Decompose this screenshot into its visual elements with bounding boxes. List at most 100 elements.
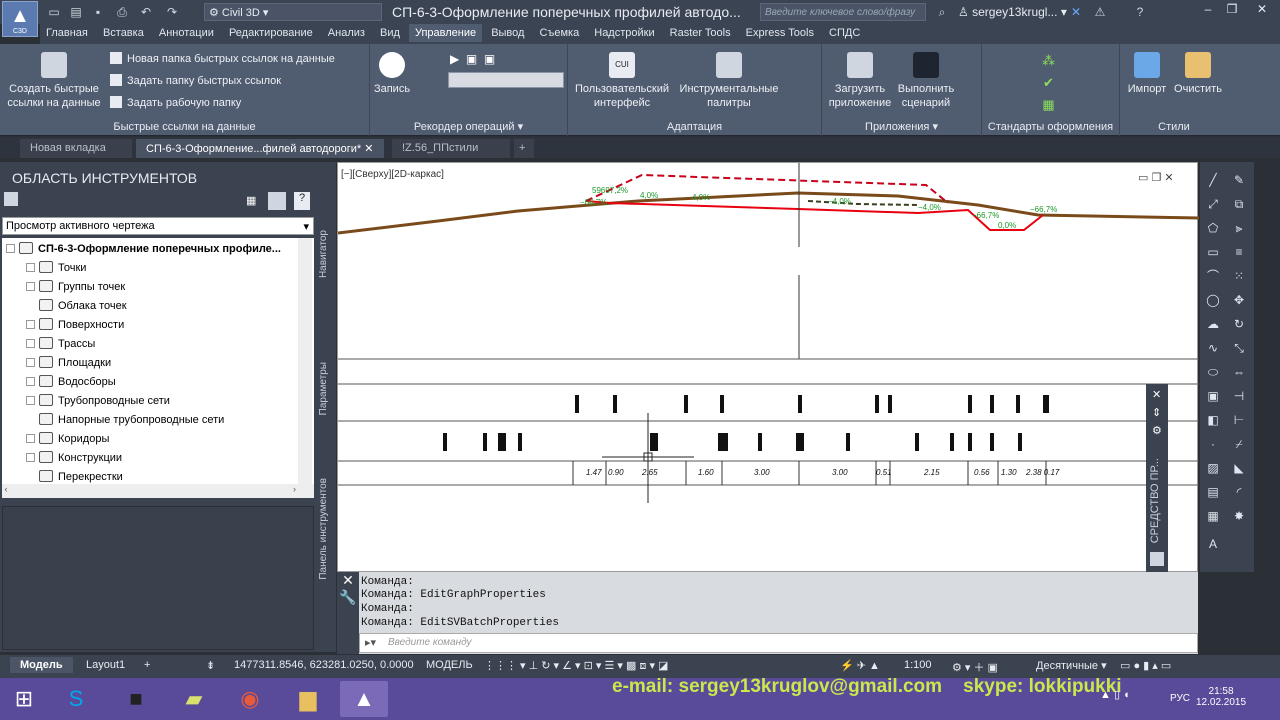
spline-icon[interactable]: ∿ xyxy=(1205,340,1221,356)
language-indicator[interactable]: РУС xyxy=(1170,693,1190,704)
purge-styles-button[interactable]: Очистить xyxy=(1170,52,1226,96)
subscription-icon[interactable]: ⚠ xyxy=(1092,4,1108,20)
tab-spds[interactable]: СПДС xyxy=(823,24,866,42)
tree-item[interactable]: Трубопроводные сети xyxy=(26,394,170,407)
tree-item[interactable]: Перекрестки xyxy=(39,470,123,483)
record-button[interactable]: Запись xyxy=(372,52,412,96)
application-menu-button[interactable]: ▲ C3D xyxy=(2,1,38,37)
settings-icon[interactable] xyxy=(4,192,18,206)
tree-item[interactable]: Точки xyxy=(26,261,86,274)
save-icon[interactable]: ▪ xyxy=(90,4,106,20)
minimize-button[interactable]: – xyxy=(1196,2,1220,20)
panel-title[interactable]: Быстрые ссылки на данные xyxy=(0,121,369,133)
panel-title[interactable]: Адаптация xyxy=(568,121,821,133)
import-styles-button[interactable]: Импорт xyxy=(1122,52,1172,96)
tree-item[interactable]: Группы точек xyxy=(26,280,125,293)
polyline-icon[interactable]: ⤢ xyxy=(1205,196,1221,212)
redo-icon[interactable]: ↷ xyxy=(164,4,180,20)
annotation-scale-icon[interactable]: ⚡ ✈ ▲ xyxy=(840,659,880,672)
tab-output[interactable]: Вывод xyxy=(485,24,530,42)
tab-toolbox[interactable]: Панель инструментов xyxy=(318,478,334,580)
view-selector[interactable]: Просмотр активного чертежа ▾ xyxy=(2,217,314,235)
panel-title[interactable]: Рекордер операций ▾ xyxy=(370,120,567,133)
tree-item[interactable]: Конструкции xyxy=(26,451,122,464)
help-icon[interactable]: ? xyxy=(1132,4,1148,20)
workspace-selector[interactable]: ⚙ Civil 3D ▾ xyxy=(204,3,382,21)
civil3d-taskbar-icon[interactable]: ▲ xyxy=(340,681,388,717)
doc-tab-new[interactable]: Новая вкладка xyxy=(20,139,132,158)
units-selector[interactable]: Десятичные ▾ xyxy=(1036,659,1107,672)
tab-analyze[interactable]: Анализ xyxy=(322,24,371,42)
tab-settings[interactable]: Параметры xyxy=(318,362,334,415)
annotation-scale[interactable]: 1:100 xyxy=(904,659,932,671)
gradient-icon[interactable]: ▤ xyxy=(1205,484,1221,500)
run-script-button[interactable]: Выполнить сценарий xyxy=(894,52,958,110)
tab-express-tools[interactable]: Express Tools xyxy=(740,24,820,42)
chrome-icon[interactable]: ◉ xyxy=(226,681,274,717)
hatch-icon[interactable]: ▨ xyxy=(1205,460,1221,476)
tab-annotate[interactable]: Аннотации xyxy=(153,24,220,42)
panel-title[interactable]: Стили xyxy=(1120,121,1228,133)
expand-icon[interactable] xyxy=(26,282,35,291)
explode-icon[interactable]: ✸ xyxy=(1231,508,1247,524)
notes-icon[interactable]: ▰ xyxy=(170,681,218,717)
mirror-icon[interactable]: ⫸ xyxy=(1231,220,1247,236)
layout-tab[interactable]: Layout1 xyxy=(78,657,133,673)
expand-icon[interactable] xyxy=(26,434,35,443)
new-quicklink-folder-button[interactable]: Новая папка быстрых ссылок на данные xyxy=(110,52,335,65)
close-button[interactable]: ✕ xyxy=(1250,2,1274,20)
move-icon[interactable]: ✥ xyxy=(1231,292,1247,308)
tree-item[interactable]: Площадки xyxy=(26,356,111,369)
doc-tab-current[interactable]: СП-6-3-Оформление...филей автодороги* ✕ xyxy=(136,139,384,158)
array-icon[interactable]: ⁙ xyxy=(1231,268,1247,284)
exchange-icon[interactable]: ✕ xyxy=(1068,4,1084,20)
circle-icon[interactable]: ◯ xyxy=(1205,292,1221,308)
tree-hscrollbar[interactable]: ‹ › xyxy=(2,484,314,498)
doc-tab-styles[interactable]: !Z.56_ППстили xyxy=(392,139,510,158)
tree-item[interactable]: Поверхности xyxy=(26,318,124,331)
fillet-icon[interactable]: ◜ xyxy=(1231,484,1247,500)
grid-icon[interactable]: ⋮⋮⋮ ▾ ⊥ ↻ ▾ ∠ ▾ ⊡ ▾ ☰ ▾ ▩ ⧈ ▾ ◪ xyxy=(484,659,668,673)
explorer-icon[interactable]: ▆ xyxy=(284,681,332,717)
trim-icon[interactable]: ⊣ xyxy=(1231,388,1247,404)
close-icon[interactable]: ✕ xyxy=(337,572,359,589)
offset-icon[interactable]: ≡ xyxy=(1231,244,1247,260)
tool-palette-collapsed[interactable]: ✕ ⇕ ⚙ СРЕДСТВО ПР... xyxy=(1146,384,1168,572)
undo-icon[interactable]: ↶ xyxy=(138,4,154,20)
close-icon[interactable]: ✕ xyxy=(1152,388,1161,401)
tab-home[interactable]: Главная xyxy=(40,24,94,42)
command-input[interactable]: Введите команду xyxy=(359,633,1198,653)
tool-palettes-button[interactable]: Инструментальные палитры xyxy=(674,52,784,110)
tree-item[interactable]: Трассы xyxy=(26,337,95,350)
expand-icon[interactable] xyxy=(26,377,35,386)
panel-toggle-icon[interactable] xyxy=(268,192,286,210)
drawing-viewport[interactable]: [−][Сверху][2D-каркас] ▭ ❐ ✕ 59697,2% −6… xyxy=(337,162,1199,572)
panel-title[interactable]: Приложения ▾ xyxy=(822,120,981,133)
windows-start-icon[interactable]: ⊞ xyxy=(0,681,48,717)
binoculars-icon[interactable]: ⌕ xyxy=(934,4,950,20)
insert-block-icon[interactable]: ▣ xyxy=(1205,388,1221,404)
table-icon[interactable]: ▦ xyxy=(1205,508,1221,524)
set-working-folder-button[interactable]: Задать рабочую папку xyxy=(110,96,241,109)
model-space-toggle[interactable]: МОДЕЛЬ xyxy=(426,659,473,671)
tab-navigator[interactable]: Навигатор xyxy=(318,230,334,278)
expand-icon[interactable] xyxy=(26,320,35,329)
command-line-grip[interactable]: ✕ 🔧 xyxy=(337,572,359,654)
load-application-button[interactable]: Загрузить приложение xyxy=(824,52,896,110)
tree-item[interactable]: Облака точек xyxy=(39,299,127,312)
erase-icon[interactable]: ✎ xyxy=(1231,172,1247,188)
new-tab-button[interactable]: + xyxy=(514,139,534,158)
chamfer-icon[interactable]: ◣ xyxy=(1231,460,1247,476)
rotate-icon[interactable]: ↻ xyxy=(1231,316,1247,332)
settings-icon[interactable]: ⚙ xyxy=(1152,424,1162,437)
tree-scrollbar[interactable] xyxy=(298,238,312,484)
point-icon[interactable]: · xyxy=(1205,436,1221,452)
mtext-icon[interactable]: A xyxy=(1205,536,1221,552)
play-icon[interactable]: ▶ ▣ ▣ xyxy=(450,52,495,66)
tab-addins[interactable]: Надстройки xyxy=(588,24,660,42)
scale-icon[interactable]: ⤡ xyxy=(1231,340,1247,356)
view-icon[interactable]: ▦ xyxy=(246,194,256,207)
model-tab[interactable]: Модель xyxy=(10,657,73,673)
tab-view[interactable]: Вид xyxy=(374,24,406,42)
expand-icon[interactable] xyxy=(26,263,35,272)
